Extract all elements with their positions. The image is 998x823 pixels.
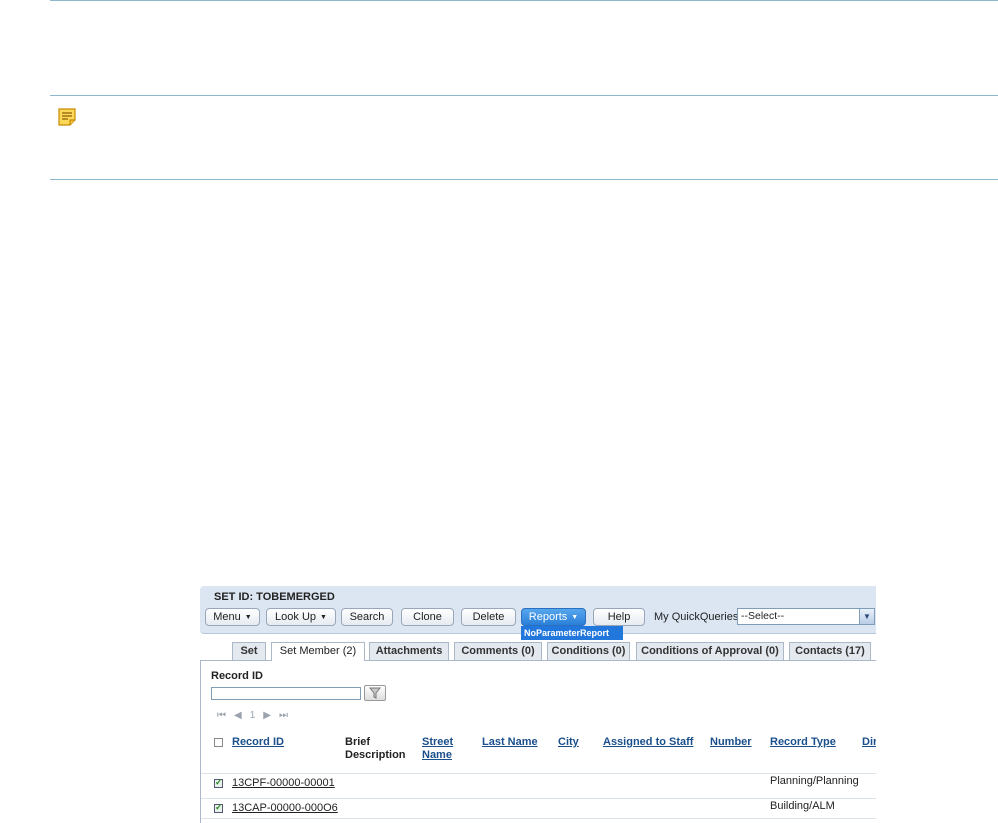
- delete-button-label: Delete: [472, 611, 505, 623]
- reports-menu-item[interactable]: NoParameterReport: [521, 626, 623, 640]
- record-id-link[interactable]: 13CPF-00000-00001: [232, 777, 335, 789]
- tab-conditions[interactable]: Conditions (0): [547, 642, 630, 660]
- search-button[interactable]: Search: [341, 608, 393, 626]
- quickqueries-select[interactable]: --Select-- ▼: [737, 608, 875, 625]
- row-divider: [201, 798, 876, 799]
- quickqueries-value: --Select--: [741, 610, 785, 622]
- top-divider: [50, 0, 998, 1]
- row-divider: [201, 818, 876, 819]
- pager: ⏮ ◀ 1 ▶ ⏭: [217, 710, 296, 721]
- set-panel: SET ID: TOBEMERGED Menu ▼ Look Up ▼ Search…: [200, 586, 876, 823]
- prev-page-icon[interactable]: ◀: [234, 710, 243, 721]
- lookup-button[interactable]: Look Up ▼: [266, 608, 336, 626]
- first-page-icon[interactable]: ⏮: [217, 710, 227, 721]
- record-id-link[interactable]: 13CAP-00000-000O6: [232, 802, 338, 814]
- record-type-cell: Building/ALM: [770, 800, 835, 812]
- menu-button-label: Menu: [213, 611, 241, 623]
- tab-conditions-of-approval[interactable]: Conditions of Approval (0): [636, 642, 784, 660]
- header-record-type[interactable]: Record Type: [770, 736, 836, 749]
- filter-icon: [368, 687, 382, 699]
- menu-button[interactable]: Menu ▼: [205, 608, 260, 626]
- tab-attachments[interactable]: Attachments: [369, 642, 449, 660]
- delete-button[interactable]: Delete: [461, 608, 516, 626]
- search-button-label: Search: [349, 611, 385, 623]
- row-checkbox[interactable]: [214, 777, 223, 788]
- lookup-button-label: Look Up: [275, 611, 317, 623]
- help-button-label: Help: [607, 611, 631, 623]
- chevron-down-icon: ▼: [320, 614, 327, 621]
- note-top-divider: [50, 95, 998, 96]
- select-all-checkbox[interactable]: [214, 738, 223, 747]
- tab-bar: Set Set Member (2) Attachments Comments …: [200, 642, 876, 661]
- filter-button[interactable]: [364, 685, 386, 701]
- header-dir[interactable]: Dir: [862, 736, 876, 749]
- clone-button-label: Clone: [413, 611, 442, 623]
- header-number[interactable]: Number: [710, 736, 752, 749]
- row-checkbox[interactable]: [214, 802, 223, 813]
- header-street-name[interactable]: Street Name: [422, 736, 458, 762]
- header-last-name[interactable]: Last Name: [482, 736, 538, 749]
- record-id-filter-input[interactable]: [211, 687, 361, 700]
- next-page-icon[interactable]: ▶: [263, 710, 272, 721]
- record-id-filter-label: Record ID: [211, 670, 263, 682]
- page-number: 1: [249, 710, 257, 721]
- record-type-cell: Planning/Planning: [770, 775, 859, 787]
- tab-set-member[interactable]: Set Member (2): [271, 642, 365, 661]
- quickqueries-label: My QuickQueries: [654, 611, 739, 623]
- set-title: SET ID: TOBEMERGED: [214, 591, 335, 603]
- tab-contacts[interactable]: Contacts (17): [789, 642, 871, 660]
- chevron-down-icon[interactable]: ▼: [859, 609, 874, 624]
- chevron-down-icon: ▼: [571, 614, 579, 621]
- header-record-id[interactable]: Record ID: [232, 736, 284, 749]
- tab-set[interactable]: Set: [232, 642, 266, 660]
- reports-button-label: Reports: [528, 611, 568, 623]
- chevron-down-icon: ▼: [244, 614, 252, 621]
- help-button[interactable]: Help: [593, 608, 645, 626]
- reports-button[interactable]: Reports ▼: [521, 608, 586, 626]
- note-icon: [58, 108, 76, 126]
- header-brief-description: Brief Description: [345, 736, 406, 761]
- clone-button[interactable]: Clone: [401, 608, 454, 626]
- row-divider: [201, 773, 876, 774]
- note-bottom-divider: [50, 179, 998, 180]
- header-city[interactable]: City: [558, 736, 579, 749]
- header-assigned-to-staff[interactable]: Assigned to Staff: [603, 736, 693, 749]
- set-member-content: Record ID ⏮ ◀ 1 ▶ ⏭ Record ID Brief Descript…: [200, 660, 876, 823]
- tab-comments[interactable]: Comments (0): [454, 642, 542, 660]
- last-page-icon[interactable]: ⏭: [279, 710, 289, 721]
